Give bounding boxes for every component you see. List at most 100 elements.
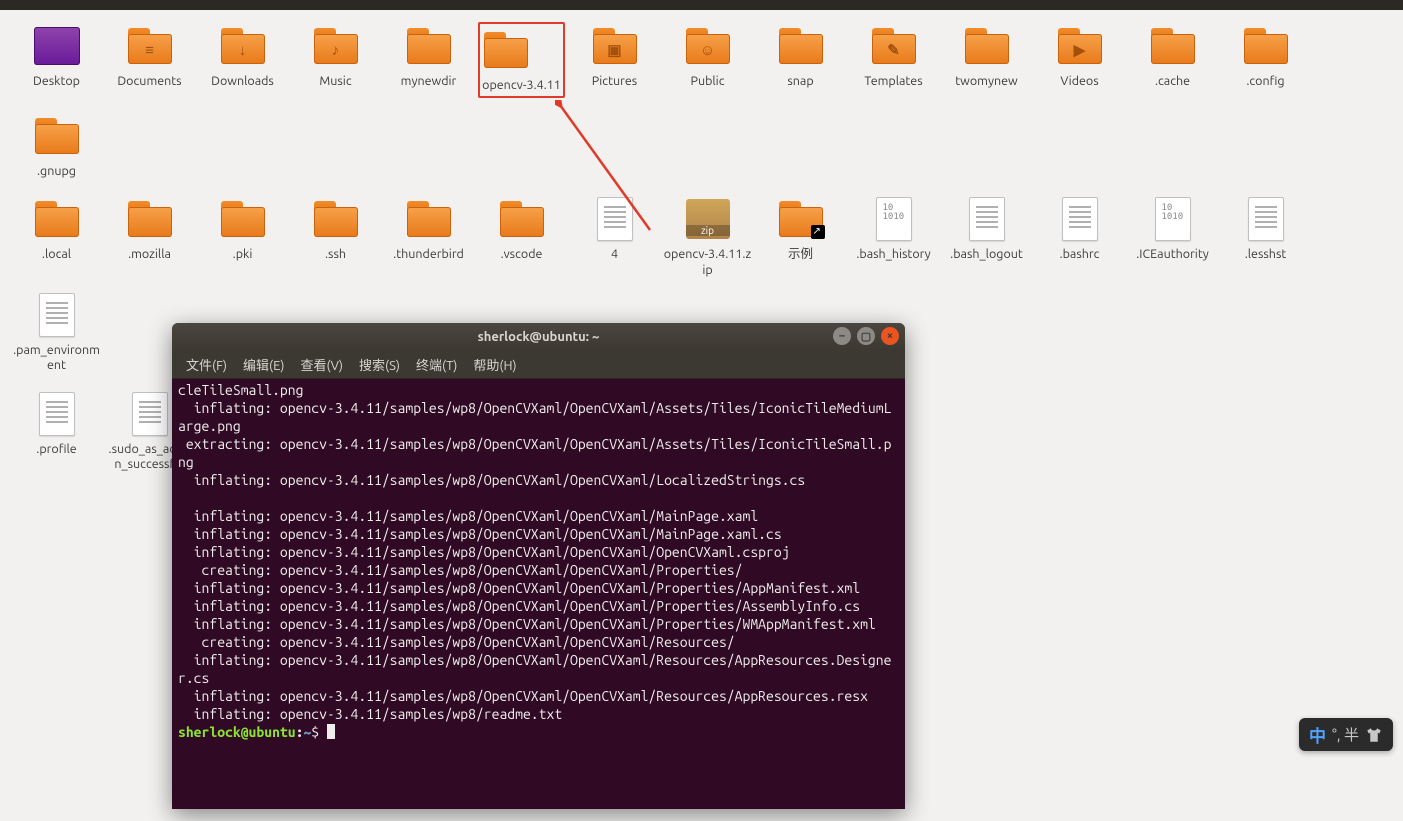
desktop-item[interactable]: ↓Downloads (196, 22, 289, 100)
desktop-item[interactable]: Desktop (10, 22, 103, 100)
text-icon (33, 390, 81, 438)
desktop-item[interactable]: opencv-3.4.11 (475, 22, 568, 100)
folder-icon: ≡ (126, 22, 174, 70)
desktop-item[interactable]: ▣Pictures (568, 22, 661, 100)
desktop-item[interactable]: .profile (10, 390, 103, 473)
top-panel (0, 0, 1403, 10)
terminal-titlebar[interactable]: sherlock@ubuntu: ~ – ▢ × (172, 323, 905, 351)
folder-icon (405, 195, 453, 243)
desktop-item[interactable]: .bash_logout (940, 195, 1033, 278)
icon-label: .lesshst (1245, 247, 1287, 263)
window-close-button[interactable]: × (881, 327, 899, 345)
folder-icon (312, 195, 360, 243)
desktop-item[interactable]: .pam_environment (10, 291, 103, 374)
folder-icon (777, 22, 825, 70)
terminal-menu-item[interactable]: 编辑(E) (237, 353, 290, 376)
text-icon (963, 195, 1011, 243)
terminal-menu-item[interactable]: 搜索(S) (353, 353, 406, 376)
desktop-item[interactable]: ▶ Videos (1033, 22, 1126, 100)
icon-label: .bash_logout (950, 247, 1023, 263)
text-icon (33, 291, 81, 339)
folder-icon (126, 195, 174, 243)
folder-icon (1149, 22, 1197, 70)
icon-label: .bash_history (856, 247, 930, 263)
icon-label: twomynew (955, 74, 1017, 90)
terminal-menu-item[interactable]: 查看(V) (295, 353, 349, 376)
terminal-menu-item[interactable]: 文件(F) (180, 353, 233, 376)
desktop-item[interactable]: .mozilla (103, 195, 196, 278)
binary-icon (870, 195, 918, 243)
desktop-item[interactable]: .thunderbird (382, 195, 475, 278)
icon-label: .thunderbird (393, 247, 464, 263)
terminal-menubar: 文件(F)编辑(E)查看(V)搜索(S)终端(T)帮助(H) (172, 351, 905, 379)
folder-icon (33, 195, 81, 243)
desktop-item[interactable]: opencv-3.4.11.zip (661, 195, 754, 278)
text-icon (1242, 195, 1290, 243)
icon-label: Videos (1060, 74, 1098, 90)
icon-label: .cache (1155, 74, 1190, 90)
icon-label: mynewdir (401, 74, 457, 90)
icon-label: .ssh (325, 247, 346, 263)
desktop-item[interactable]: ≡ Documents (103, 22, 196, 100)
desktop-item[interactable]: snap (754, 22, 847, 100)
icon-label: Desktop (33, 74, 80, 90)
binary-icon (1149, 195, 1197, 243)
folder-icon: ▶ (1056, 22, 1104, 70)
icon-label: .pki (233, 247, 253, 263)
folder-icon (1242, 22, 1290, 70)
terminal-body[interactable]: cleTileSmall.png inflating: opencv-3.4.1… (172, 379, 905, 809)
desktop-item[interactable]: .config (1219, 22, 1312, 100)
zip-icon (684, 195, 732, 243)
ime-indicator[interactable]: 中 °, 半 (1299, 718, 1393, 751)
icon-label: .gnupg (37, 164, 76, 180)
terminal-prompt[interactable]: sherlock@ubuntu:~$ (178, 723, 899, 741)
desktop-item[interactable]: ☺Public (661, 22, 754, 100)
folder-icon (405, 22, 453, 70)
folder-icon: ♪ (312, 22, 360, 70)
desktop-item[interactable]: .cache (1126, 22, 1219, 100)
icon-label: Music (319, 74, 351, 90)
folder-icon (963, 22, 1011, 70)
text-icon (591, 195, 639, 243)
window-maximize-button[interactable]: ▢ (857, 327, 875, 345)
desktop-item[interactable]: ♪ Music (289, 22, 382, 100)
desktop-item[interactable]: 4 (568, 195, 661, 278)
folder-icon: ☺ (684, 22, 732, 70)
terminal-window[interactable]: sherlock@ubuntu: ~ – ▢ × 文件(F)编辑(E)查看(V)… (172, 323, 905, 809)
desktop-item[interactable]: mynewdir (382, 22, 475, 100)
desktop-item[interactable]: .bash_history (847, 195, 940, 278)
desktop-item[interactable]: .vscode (475, 195, 568, 278)
desktop-item[interactable]: .pki (196, 195, 289, 278)
ime-mode: 中 (1309, 722, 1326, 747)
folder-link-icon (777, 195, 825, 243)
desktop-item[interactable]: .lesshst (1219, 195, 1312, 278)
icon-label: 4 (611, 247, 618, 263)
icon-label: .bashrc (1060, 247, 1100, 263)
folder-icon (498, 195, 546, 243)
desktop-item[interactable]: twomynew (940, 22, 1033, 100)
desktop-item[interactable]: .bashrc (1033, 195, 1126, 278)
window-minimize-button[interactable]: – (833, 327, 851, 345)
folder-icon: ▣ (591, 22, 639, 70)
desktop-item[interactable]: .gnupg (10, 112, 103, 180)
icon-label: snap (787, 74, 813, 90)
desktop-item[interactable]: .ICEauthority (1126, 195, 1219, 278)
desktop-item[interactable]: ✎Templates (847, 22, 940, 100)
icon-label: .local (42, 247, 71, 263)
desktop-item[interactable]: 示例 (754, 195, 847, 278)
tshirt-icon (1365, 726, 1383, 744)
icon-label: .ICEauthority (1136, 247, 1209, 263)
text-icon (126, 390, 174, 438)
desktop-item[interactable]: .ssh (289, 195, 382, 278)
icon-label: .pam_environment (13, 343, 101, 374)
terminal-menu-item[interactable]: 终端(T) (410, 353, 463, 376)
icon-label: .vscode (501, 247, 543, 263)
terminal-title: sherlock@ubuntu: ~ (478, 330, 600, 344)
icon-label: Documents (117, 74, 181, 90)
icon-label: Templates (864, 74, 922, 90)
terminal-menu-item[interactable]: 帮助(H) (467, 353, 522, 376)
desktop-item[interactable]: .local (10, 195, 103, 278)
icon-label: .profile (36, 442, 76, 458)
text-icon (1056, 195, 1104, 243)
folder-icon: ↓ (219, 22, 267, 70)
